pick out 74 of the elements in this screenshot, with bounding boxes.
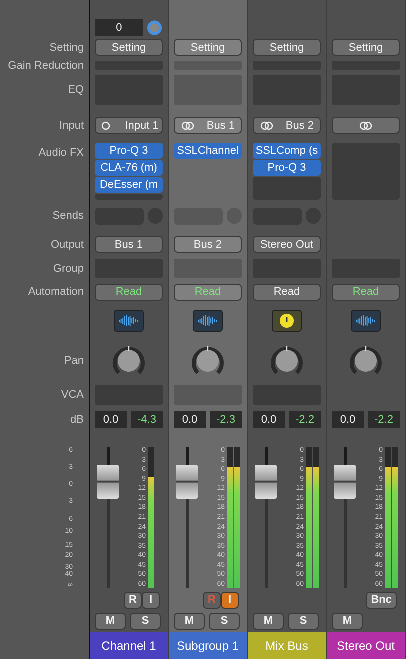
record-button[interactable]: R	[124, 592, 142, 608]
track-icon-button[interactable]	[114, 310, 144, 332]
stereo-icon	[260, 120, 274, 130]
row-label: VCA	[61, 389, 84, 401]
waveform-icon	[198, 315, 218, 327]
solo-button[interactable]: S	[209, 612, 240, 630]
gain-field[interactable]: 0	[95, 19, 144, 36]
peak-field: -2.3	[210, 411, 242, 428]
row-label: Setting	[50, 42, 84, 54]
row-label: Output	[50, 238, 84, 250]
stereo-icon	[359, 120, 373, 130]
fader-handle[interactable]	[176, 465, 198, 500]
automation-button[interactable]: Read	[95, 284, 163, 300]
mute-button[interactable]: M	[332, 612, 363, 630]
mute-button[interactable]: M	[95, 612, 126, 630]
mute-button[interactable]: M	[253, 612, 284, 630]
input-button[interactable]: Input 1	[95, 117, 163, 134]
input-button[interactable]: Bus 1	[174, 117, 242, 134]
output-button[interactable]: Bus 2	[174, 236, 242, 253]
track-name[interactable]: Subgroup 1	[169, 632, 247, 659]
output-button[interactable]: Bus 1	[95, 236, 163, 253]
volume-field[interactable]: 0.0	[95, 411, 127, 428]
volume-field[interactable]: 0.0	[253, 411, 285, 428]
plugin-slot[interactable]: Pro-Q 3	[95, 143, 163, 159]
track-name[interactable]: Channel 1	[90, 632, 168, 659]
monitor-button[interactable]: I	[142, 592, 160, 608]
plugin-slot[interactable]: CLA-76 (m)	[95, 160, 163, 176]
track-icon-button[interactable]	[272, 310, 302, 332]
automation-button[interactable]: Read	[253, 284, 321, 300]
solo-button[interactable]: S	[288, 612, 319, 630]
fader-handle[interactable]	[255, 465, 277, 500]
mute-button[interactable]: M	[174, 612, 205, 630]
row-label: Pan	[64, 354, 84, 366]
row-label: Sends	[52, 210, 84, 222]
track-icon-button[interactable]	[193, 310, 223, 332]
output-button[interactable]: Stereo Out	[253, 236, 321, 253]
waveform-icon	[356, 315, 376, 327]
bounce-button[interactable]: Bnc	[366, 592, 397, 608]
plugin-slot[interactable]: Pro-Q 3	[253, 160, 321, 176]
track-icon-button[interactable]	[351, 310, 381, 332]
plugin-slot[interactable]: SSLChannel	[174, 143, 242, 159]
row-label: EQ	[68, 84, 84, 96]
row-label: Audio FX	[38, 147, 84, 159]
stereo-icon	[180, 120, 195, 130]
solo-button[interactable]: S	[130, 612, 161, 630]
plugin-slot[interactable]: DeEsser (m	[95, 177, 163, 193]
dial-icon	[280, 314, 294, 328]
row-label: Automation	[28, 286, 84, 298]
row-label: Group	[53, 262, 84, 274]
row-label: Gain Reduction	[8, 60, 84, 72]
empty-plugin-slot[interactable]	[253, 177, 321, 200]
volume-field[interactable]: 0.0	[174, 411, 206, 428]
input-button[interactable]	[332, 117, 400, 134]
peak-field: -4.3	[131, 411, 163, 428]
row-label: Input	[60, 120, 84, 132]
empty-plugin-slot[interactable]	[95, 194, 163, 200]
setting-button[interactable]: Setting	[174, 39, 242, 56]
automation-button[interactable]: Read	[174, 284, 242, 300]
peak-field: -2.2	[289, 411, 321, 428]
setting-button[interactable]: Setting	[332, 39, 400, 56]
setting-button[interactable]: Setting	[253, 39, 321, 56]
peak-field: -2.2	[368, 411, 400, 428]
waveform-icon	[119, 315, 139, 327]
volume-field[interactable]: 0.0	[332, 411, 364, 428]
plugin-slot[interactable]: SSLComp (s	[253, 143, 321, 159]
automation-button[interactable]: Read	[332, 284, 400, 300]
ring-knob-icon[interactable]	[147, 20, 163, 36]
setting-button[interactable]: Setting	[95, 39, 163, 56]
monitor-button[interactable]: I	[221, 592, 239, 608]
fader-handle[interactable]	[97, 465, 119, 500]
track-name[interactable]: Stereo Out	[327, 632, 405, 659]
fader-handle[interactable]	[334, 465, 356, 500]
input-button[interactable]: Bus 2	[253, 117, 321, 134]
row-label: dB	[70, 414, 84, 426]
